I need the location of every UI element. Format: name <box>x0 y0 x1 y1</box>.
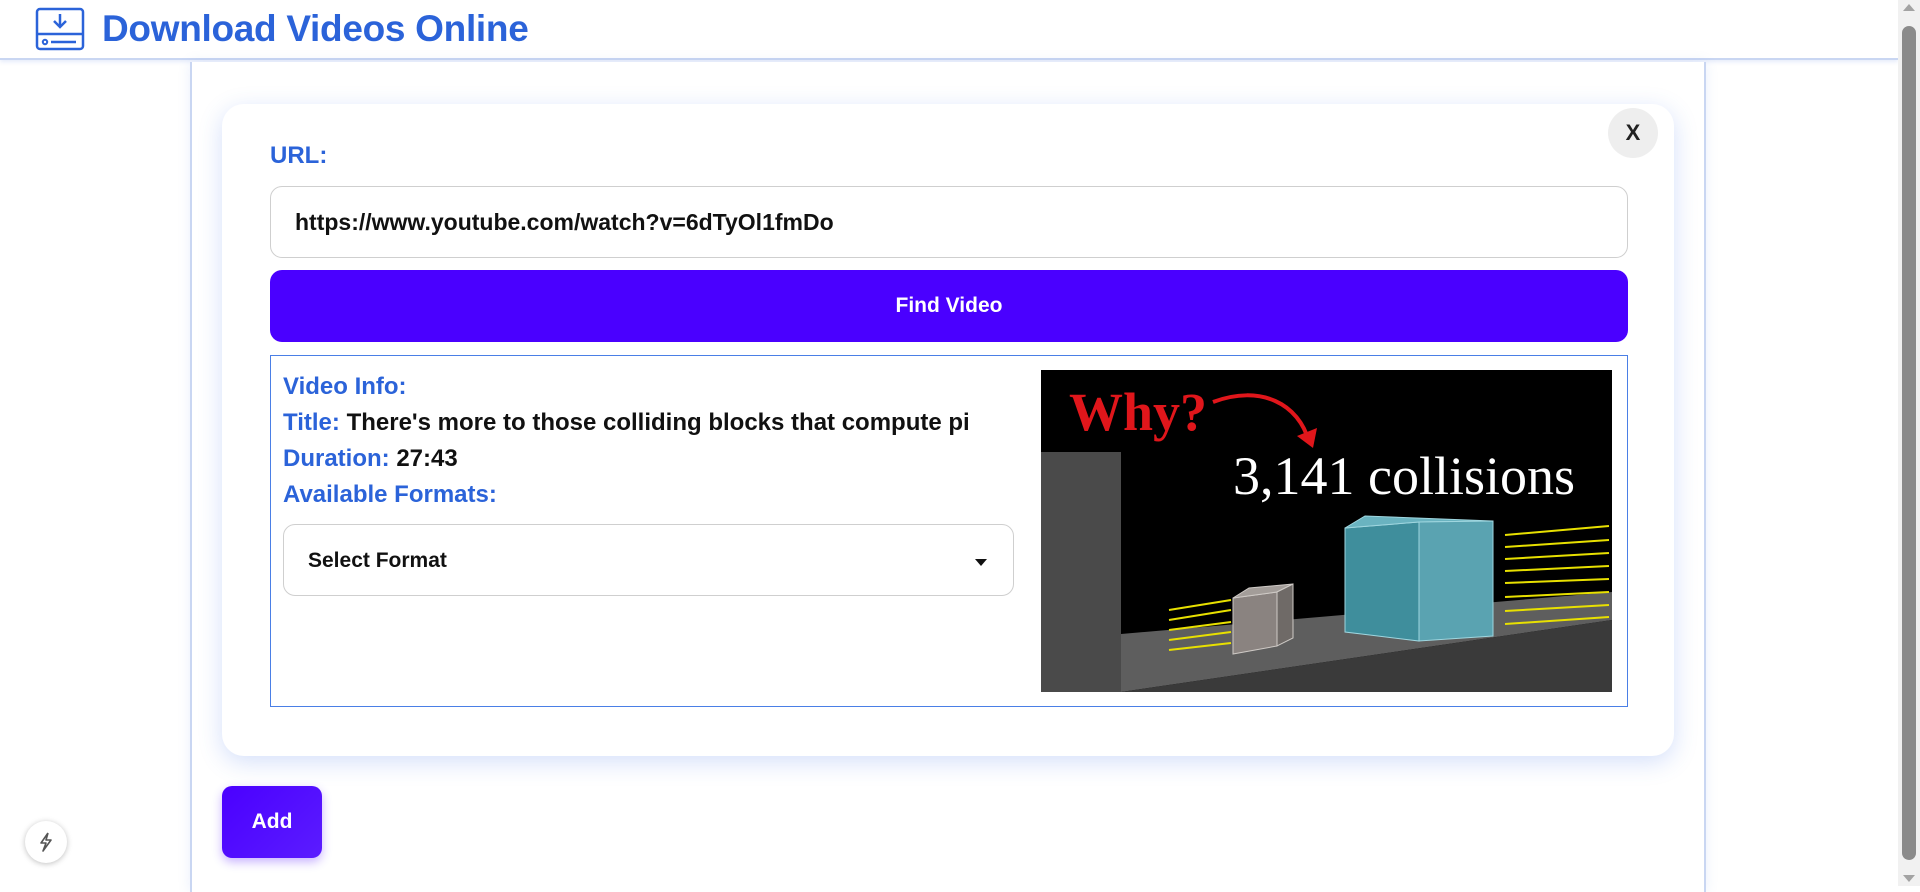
video-duration-row: Duration: 27:43 <box>283 445 458 473</box>
duration-key: Duration: <box>283 445 390 472</box>
url-label: URL: <box>270 142 328 169</box>
find-video-button[interactable]: Find Video <box>270 270 1628 342</box>
thumbnail-illustration: Why? 3,141 collisions <box>1041 370 1612 692</box>
title-value: There's more to those colliding blocks t… <box>346 409 970 436</box>
chevron-down-icon <box>975 559 987 566</box>
video-title-row: Title: There's more to those colliding b… <box>283 409 970 437</box>
duration-value: 27:43 <box>396 445 458 472</box>
thumbnail-why-text: Why? <box>1069 382 1207 442</box>
title-key: Title: <box>283 409 340 436</box>
url-input[interactable] <box>270 186 1628 258</box>
scroll-down-arrow-icon[interactable] <box>1903 875 1915 882</box>
formats-row: Available Formats: <box>283 481 497 509</box>
video-thumbnail: Why? 3,141 collisions <box>1041 370 1612 692</box>
app-header: Download Videos Online <box>0 0 1898 60</box>
formats-key: Available Formats: <box>283 481 497 508</box>
thumbnail-collisions-text: 3,141 collisions <box>1233 446 1575 506</box>
close-button[interactable]: X <box>1608 108 1658 158</box>
add-button[interactable]: Add <box>222 786 322 858</box>
scroll-thumb[interactable] <box>1902 26 1916 860</box>
scroll-up-arrow-icon[interactable] <box>1903 4 1915 11</box>
video-info-heading: Video Info: <box>283 373 407 400</box>
lightning-bolt-icon[interactable] <box>25 821 67 863</box>
page-scrollbar[interactable] <box>1898 0 1920 886</box>
download-tray-icon <box>35 7 85 51</box>
format-selected-value: Select Format <box>308 549 447 572</box>
format-select[interactable]: Select Format <box>283 524 1014 596</box>
app-title: Download Videos Online <box>102 8 529 49</box>
